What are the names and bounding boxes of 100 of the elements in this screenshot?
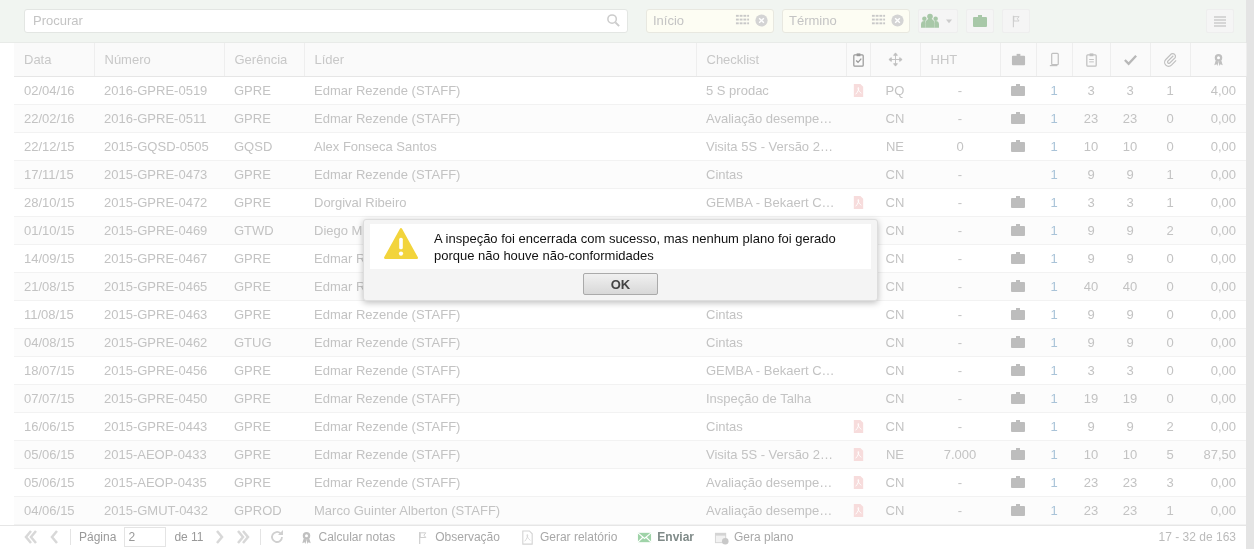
table-cell: 23 [1122, 502, 1138, 518]
page-count: de 11 [174, 530, 204, 545]
date-field[interactable]: Término [782, 8, 910, 33]
table-cell: 18/07/15 [24, 362, 75, 378]
table-cell: - [957, 502, 963, 518]
table-cell: 11/08/15 [24, 306, 74, 322]
table-cell: 2015-GPRE-0469 [104, 222, 208, 238]
table-cell: 02/04/16 [24, 82, 75, 98]
count-link[interactable]: 1 [1050, 306, 1058, 322]
date-input[interactable]: Início [651, 12, 731, 30]
group-filter-button[interactable] [918, 8, 958, 33]
dialog-message: A inspeção foi encerrada com sucesso, mas nenhum plano foi gerado porque não houve não-conformidades [434, 230, 837, 264]
count-link[interactable]: 1 [1050, 166, 1058, 182]
table-cell: 0 [1166, 110, 1174, 126]
table-cell: GPRE [234, 362, 271, 378]
record-range: 17 - 32 de 163 [1158, 530, 1236, 545]
table-cell: 9 [1087, 334, 1095, 350]
table-cell: GPRE [234, 306, 271, 322]
table-cell: - [957, 390, 963, 406]
table-cell: 05/06/15 [24, 446, 75, 462]
date-input[interactable]: Término [787, 12, 867, 30]
table-cell: Avaliação desempe… [706, 110, 833, 126]
table-cell: 2015-GPRE-0462 [104, 334, 208, 350]
table-cell: 0,00 [1210, 306, 1236, 322]
table-cell: Edmar Rezende (STAFF) [314, 474, 461, 490]
table-cell: CN [885, 474, 905, 490]
table-cell: - [957, 474, 963, 490]
table-cell: 05/06/15 [24, 474, 75, 490]
table-cell: 21/08/15 [24, 278, 75, 294]
table-cell: PQ [885, 82, 905, 98]
table-cell: CN [885, 250, 905, 266]
table-cell: Edmar Rezende (STAFF) [314, 306, 461, 322]
count-link[interactable]: 1 [1050, 362, 1058, 378]
table-cell: GPRE [234, 194, 271, 210]
briefcase-button[interactable] [966, 8, 994, 33]
table-cell: 0,00 [1210, 166, 1236, 182]
table-cell: 0 [1166, 306, 1174, 322]
page-label: Página [79, 530, 117, 545]
count-link[interactable]: 1 [1050, 474, 1058, 490]
menu-button[interactable] [1206, 8, 1234, 33]
count-link[interactable]: 1 [1050, 82, 1058, 98]
table-cell: GPRE [234, 166, 271, 182]
table-cell: 16/06/15 [24, 418, 75, 434]
page-field[interactable]: 2 [124, 527, 167, 548]
toolbar-button[interactable]: Enviar [631, 529, 700, 545]
table-cell: 9 [1087, 166, 1095, 182]
table-cell: 0 [1166, 138, 1174, 154]
table-cell: 0,00 [1210, 362, 1236, 378]
table-cell: 3 [1166, 474, 1174, 490]
count-link[interactable]: 1 [1050, 250, 1058, 266]
clear-icon [890, 13, 905, 29]
last-page-button[interactable] [235, 529, 252, 546]
table-cell: CN [885, 306, 905, 322]
search-input[interactable]: Procurar [31, 12, 606, 30]
table-cell: 0,00 [1210, 334, 1236, 350]
table-cell: - [957, 82, 963, 98]
count-link[interactable]: 1 [1050, 446, 1058, 462]
table-cell: CN [885, 390, 905, 406]
table-cell: - [957, 278, 963, 294]
table-cell: Edmar Rezende (STAFF) [314, 446, 461, 462]
table-cell: 2016-GPRE-0511 [104, 110, 207, 126]
count-link[interactable]: 1 [1050, 138, 1058, 154]
table-cell: GEMBA - Bekaert C… [706, 362, 835, 378]
count-link[interactable]: 1 [1050, 390, 1058, 406]
table-cell: 0 [1166, 390, 1174, 406]
search-field[interactable]: Procurar [24, 8, 628, 33]
table-cell: 19 [1083, 390, 1099, 406]
table-cell: 5 S prodac [706, 82, 769, 98]
table-cell: 0,00 [1210, 474, 1236, 490]
count-link[interactable]: 1 [1050, 334, 1058, 350]
table-cell: 87,50 [1203, 446, 1236, 462]
count-link[interactable]: 1 [1050, 222, 1058, 238]
count-link[interactable]: 1 [1050, 502, 1058, 518]
date-field[interactable]: Início [646, 8, 774, 33]
count-link[interactable]: 1 [1050, 194, 1058, 210]
table-cell: 17/11/15 [24, 166, 74, 182]
table-cell: CN [885, 502, 905, 518]
count-link[interactable]: 1 [1050, 110, 1058, 126]
flag-button[interactable] [1002, 8, 1030, 33]
table-cell: GPRE [234, 418, 271, 434]
table-cell: - [957, 110, 963, 126]
table-cell: 2015-AEOP-0433 [104, 446, 207, 462]
count-link[interactable]: 1 [1050, 278, 1058, 294]
ok-button[interactable]: OK [583, 273, 658, 295]
table-cell: 23 [1083, 474, 1099, 490]
table-cell: 1 [1166, 194, 1174, 210]
count-link[interactable]: 1 [1050, 418, 1058, 434]
table-cell: Edmar Rezende (STAFF) [314, 390, 461, 406]
first-page-button[interactable] [22, 529, 38, 546]
table-cell: 3 [1126, 194, 1134, 210]
table-cell: CN [885, 110, 905, 126]
table-cell: - [957, 222, 963, 238]
table-cell: GPRE [234, 390, 271, 406]
table-cell: CN [885, 222, 905, 238]
table-cell: Diego M [314, 222, 363, 238]
table-cell: 1 [1166, 502, 1174, 518]
search-icon [606, 13, 621, 29]
table-cell: 28/10/15 [24, 194, 75, 210]
refresh-button[interactable] [268, 529, 285, 546]
people-icon [921, 11, 939, 30]
